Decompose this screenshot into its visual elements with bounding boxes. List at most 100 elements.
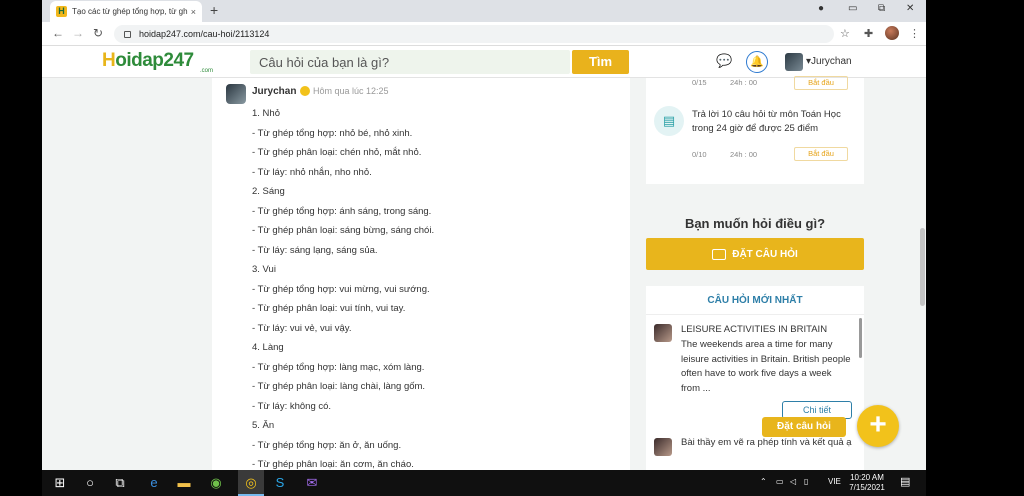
answer-line: - Từ láy: không có. [252, 400, 332, 412]
page-scrollbar[interactable] [920, 228, 925, 306]
profile-avatar-icon[interactable] [885, 26, 899, 40]
lock-icon [124, 30, 131, 38]
minimize-button[interactable]: ▭ [848, 3, 857, 14]
app-icon[interactable]: ◉ [208, 475, 224, 491]
notification-bell-icon[interactable]: 🔔 [746, 51, 768, 73]
answer-line: - Từ ghép tổng hợp: nhỏ bé, nhỏ xinh. [252, 127, 413, 139]
search-circle-icon[interactable]: ○ [82, 475, 98, 491]
answer-line: - Từ ghép tổng hợp: ăn ở, ăn uống. [252, 439, 402, 451]
tab-strip: H Tạo các từ ghép tổng hợp, từ ghé × + ●… [42, 0, 926, 22]
rank-badge-icon [300, 86, 310, 96]
task-1-count: 0/15 [692, 78, 707, 87]
task-2-time: 24h : 00 [730, 150, 758, 159]
question-title[interactable]: LEISURE ACTIVITIES IN BRITAIN [681, 324, 827, 335]
file-explorer-icon[interactable]: ▬ [176, 475, 192, 491]
url-text: hoidap247.com/cau-hoi/2113124 [139, 29, 270, 39]
back-arrow-icon[interactable]: ← [52, 26, 64, 40]
battery-icon[interactable]: ▯ [804, 477, 808, 486]
site-favicon-icon: H [56, 6, 67, 17]
answer-line: - Từ ghép tổng hợp: ánh sáng, trong sáng… [252, 205, 432, 217]
card-scrollbar[interactable] [859, 318, 862, 358]
notifications-icon[interactable]: ▤ [900, 475, 910, 488]
bookmark-star-icon[interactable]: ☆ [840, 27, 850, 40]
forward-arrow-icon[interactable]: → [72, 26, 84, 40]
latest-questions-card: CÂU HỎI MỚI NHẤT LEISURE ACTIVITIES IN B… [646, 286, 864, 470]
answer-line: - Từ láy: sáng lạng, sáng sủa. [252, 244, 378, 256]
logo-domain: .com [200, 68, 214, 74]
input-language[interactable]: VIE [828, 477, 841, 486]
restore-button[interactable]: ⧉ [878, 3, 885, 14]
answer-line: - Từ ghép tổng hợp: vui mừng, vui sướng. [252, 283, 430, 295]
reload-icon[interactable]: ↻ [93, 26, 103, 40]
answer-time: Hôm qua lúc 12:25 [313, 86, 389, 96]
screen: H Tạo các từ ghép tổng hợp, từ ghé × + ●… [0, 0, 1024, 496]
answer-panel: Jurychan Hôm qua lúc 12:25 1. Nhỏ - Từ g… [212, 78, 630, 470]
ask-question-icon [712, 248, 727, 260]
close-window-button[interactable]: ✕ [906, 3, 914, 14]
fab-label[interactable]: Đặt câu hỏi [762, 417, 846, 437]
answer-line: 3. Vui [252, 264, 276, 275]
task-2-count: 0/10 [692, 150, 707, 159]
question-avatar[interactable] [654, 324, 672, 342]
skype-icon[interactable]: S [272, 475, 288, 491]
task-2-start-button[interactable]: Bắt đầu [794, 147, 848, 161]
task-icon: ▤ [654, 106, 684, 136]
search-button[interactable]: Tìm [572, 50, 629, 74]
task-card: 0/15 24h : 00 Bắt đầu ▤ Trả lời 10 câu h… [646, 76, 864, 184]
answer-line: - Từ láy: nhỏ nhắn, nho nhỏ. [252, 166, 372, 178]
task-view-icon[interactable]: ⧉ [112, 475, 128, 491]
ask-heading: Bạn muốn hỏi điều gì? [684, 216, 826, 231]
task-1-start-button[interactable]: Bắt đầu [794, 76, 848, 90]
chrome-icon[interactable]: ◎ [243, 475, 259, 491]
site-header: Hoidap247 .com Câu hỏi của bạn là gì? Tì… [42, 46, 926, 78]
tray-arrow-icon[interactable]: ⌃ [760, 477, 767, 486]
page-content: Jurychan Hôm qua lúc 12:25 1. Nhỏ - Từ g… [42, 76, 926, 470]
search-input[interactable]: Câu hỏi của bạn là gì? [250, 50, 570, 74]
new-tab-button[interactable]: + [210, 2, 218, 18]
answer-line: - Từ ghép phân loại: sáng bừng, sáng chó… [252, 225, 435, 236]
extensions-puzzle-icon[interactable]: ✚ [864, 27, 873, 40]
start-windows-icon[interactable]: ⊞ [52, 475, 68, 491]
messenger-icon[interactable]: ✉ [304, 475, 320, 491]
chat-icon[interactable]: 💬 [716, 53, 732, 69]
answer-line: 4. Làng [252, 342, 284, 353]
address-bar[interactable]: hoidap247.com/cau-hoi/2113124 [114, 25, 834, 43]
answer-line: - Từ láy: vui vẻ, vui vậy. [252, 322, 352, 334]
answer-line: - Từ ghép phân loại: vui tính, vui tay. [252, 303, 406, 314]
sidebar: 0/15 24h : 00 Bắt đầu ▤ Trả lời 10 câu h… [646, 76, 864, 470]
media-control-icon[interactable]: ● [818, 3, 824, 14]
tab-close-icon[interactable]: × [191, 7, 196, 17]
ask-question-button[interactable]: ĐẶT CÂU HỎI [646, 238, 864, 270]
ask-plus-icon[interactable]: + [857, 405, 899, 447]
answer-line: - Từ ghép tổng hợp: làng mạc, xóm làng. [252, 361, 425, 373]
system-clock[interactable]: 10:20 AM 7/15/2021 [842, 473, 892, 493]
answer-line: - Từ ghép phân loại: làng chài, làng gốm… [252, 381, 426, 392]
browser-toolbar: ← → ↻ hoidap247.com/cau-hoi/2113124 ☆ ✚ … [42, 22, 926, 46]
question-avatar[interactable] [654, 438, 672, 456]
windows-taskbar: ⊞ ○ ⧉ e ▬ ◉ ◎ S ✉ ⌃ ▭ ◁ ▯ VIE 10:20 AM 7… [42, 470, 926, 496]
task-2-text: Trả lời 10 câu hỏi từ môn Toán Học trong… [692, 109, 841, 134]
network-icon[interactable]: ▭ [776, 477, 784, 486]
answer-author[interactable]: Jurychan [252, 86, 296, 97]
edge-icon[interactable]: e [146, 475, 162, 491]
user-avatar[interactable] [785, 53, 803, 71]
answer-line: - Từ ghép phân loại: chén nhỏ, mắt nhỏ. [252, 147, 422, 158]
question-body[interactable]: Bài thầy em vẽ ra phép tính và kết quả ạ [681, 436, 859, 450]
question-body[interactable]: The weekends area a time for many leisur… [681, 338, 851, 396]
latest-questions-title: CÂU HỎI MỚI NHẤT [707, 295, 803, 306]
site-logo[interactable]: Hoidap247 [102, 50, 194, 72]
browser-window: H Tạo các từ ghép tổng hợp, từ ghé × + ●… [42, 0, 926, 470]
answer-line: 1. Nhỏ [252, 108, 280, 119]
answer-body: 1. Nhỏ - Từ ghép tổng hợp: nhỏ bé, nhỏ x… [252, 108, 622, 470]
browser-tab[interactable]: H Tạo các từ ghép tổng hợp, từ ghé × [50, 1, 202, 22]
header-username[interactable]: ▾Jurychan [806, 56, 852, 67]
tab-title: Tạo các từ ghép tổng hợp, từ ghé [72, 7, 188, 16]
task-1-time: 24h : 00 [730, 78, 758, 87]
divider [646, 314, 864, 315]
menu-kebab-icon[interactable]: ⋮ [909, 27, 920, 40]
answer-line: - Từ ghép phân loại: ăn cơm, ăn cháo. [252, 459, 414, 470]
answer-line: 2. Sáng [252, 186, 285, 197]
answer-author-avatar[interactable] [226, 84, 246, 104]
volume-icon[interactable]: ◁ [790, 477, 796, 486]
answer-line: 5. Ăn [252, 420, 275, 431]
